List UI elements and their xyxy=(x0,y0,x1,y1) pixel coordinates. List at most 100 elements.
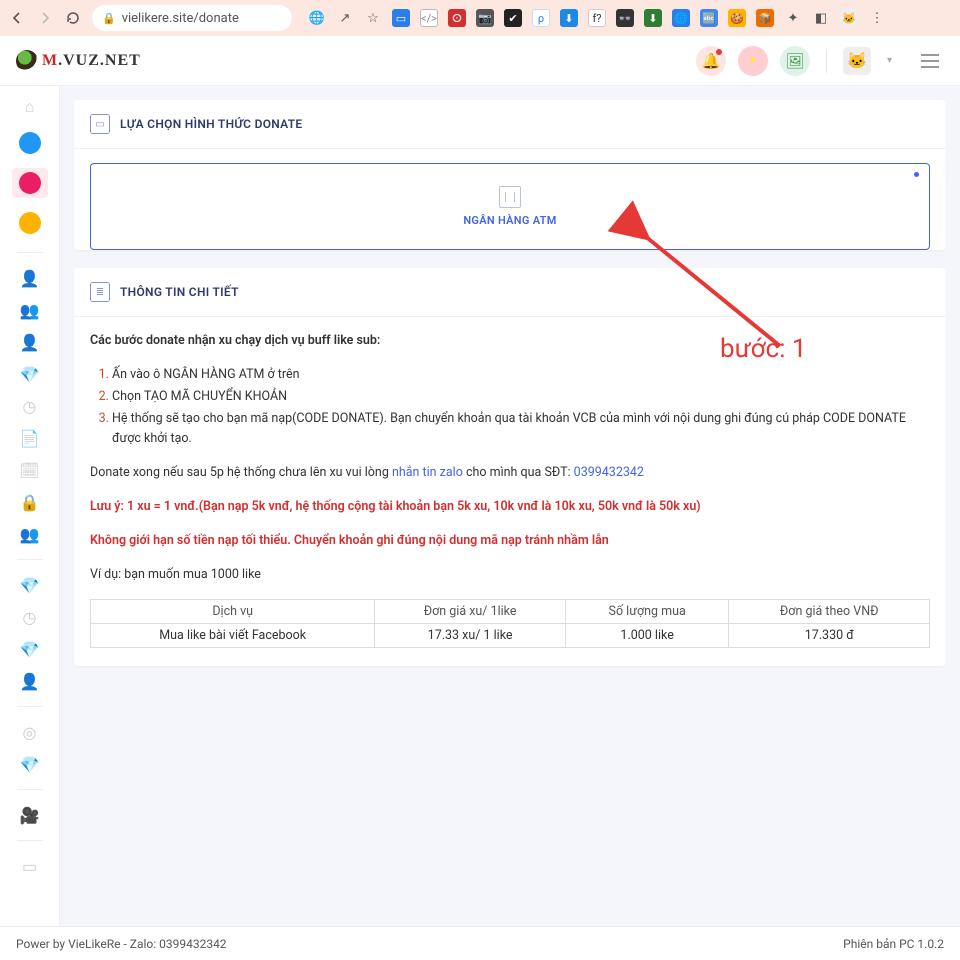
example-text: Ví dụ: bạn muốn mua 1000 like xyxy=(90,565,930,585)
sidebar-item[interactable] xyxy=(12,208,48,238)
sidebar-icon[interactable]: 💎 xyxy=(19,753,41,775)
extensions-icon[interactable]: ✦ xyxy=(784,9,802,27)
ext-icon[interactable]: 📦 xyxy=(756,9,774,27)
sidebar-icon[interactable]: 👥 xyxy=(19,523,41,545)
sidebar-icon[interactable]: ▭ xyxy=(19,855,41,877)
main-content: ▭ LỰA CHỌN HÌNH THỨC DONATE NGÂN HÀNG AT… xyxy=(60,86,960,926)
sidebar-item-active[interactable] xyxy=(12,168,48,198)
sidebar-icon[interactable]: ◎ xyxy=(19,721,41,743)
ext-icon[interactable]: ⬇ xyxy=(560,9,578,27)
divider xyxy=(17,559,43,560)
sidebar-home-icon[interactable]: ⌂ xyxy=(19,96,41,118)
note-text: Không giới hạn số tiền nạp tối thiểu. Ch… xyxy=(90,531,930,551)
translate-icon[interactable]: 🌐 xyxy=(308,9,326,27)
detail-card: ≣ THÔNG TIN CHI TIẾT Các bước donate nhậ… xyxy=(74,268,946,666)
browser-chrome: 🔒 vielikere.site/donate 🌐 ↗ ☆ ▭ </> ⵙ 📷 … xyxy=(0,0,960,36)
ext-icon[interactable]: 🔤 xyxy=(700,9,718,27)
brand-logo[interactable]: M.VUZ.NET xyxy=(16,50,141,72)
th: Đơn giá theo VNĐ xyxy=(729,600,930,624)
price-table: Dịch vụ Đơn giá xu/ 1like Số lượng mua Đ… xyxy=(90,599,930,648)
annotation-label: bước: 1 xyxy=(720,334,807,364)
atm-link[interactable]: NGÂN HÀNG ATM xyxy=(163,367,264,382)
ext-icon[interactable]: 👓 xyxy=(616,9,634,27)
star-icon[interactable]: ☆ xyxy=(364,9,382,27)
notification-dot-icon xyxy=(716,49,722,55)
profile-icon[interactable]: 🐱 xyxy=(840,9,858,27)
sidebar-icon[interactable]: 👤 xyxy=(19,267,41,289)
ext-icon[interactable]: ▭ xyxy=(392,9,410,27)
phone-link[interactable]: 0399432342 xyxy=(574,465,644,480)
step-item: Ấn vào ô NGÂN HÀNG ATM ở trên xyxy=(112,365,930,385)
menu-icon[interactable]: ⋮ xyxy=(868,9,886,27)
theme-button[interactable]: 🖼 xyxy=(780,46,810,76)
url-text: vielikere.site/donate xyxy=(122,11,239,26)
td: 17.330 đ xyxy=(729,624,930,648)
card-body: Các bước donate nhận xu chạy dịch vụ buf… xyxy=(74,317,946,666)
ext-icon[interactable]: ⬇ xyxy=(644,9,662,27)
forward-icon[interactable] xyxy=(36,9,54,27)
card-title: THÔNG TIN CHI TIẾT xyxy=(120,285,239,299)
card-header: ≣ THÔNG TIN CHI TIẾT xyxy=(74,268,946,317)
card-header: ▭ LỰA CHỌN HÌNH THỨC DONATE xyxy=(74,100,946,149)
page: M.VUZ.NET 🔔 ★ 🖼 🐱 ▾ ⌂ 👤 👥 👤 💎 ◷ 📄 🗓 🔒 xyxy=(0,36,960,960)
extensions-row: 🌐 ↗ ☆ ▭ </> ⵙ 📷 ✔ ρ ⬇ f? 👓 ⬇ 🌐 🔤 🍪 📦 ✦ ◧… xyxy=(308,9,886,27)
td: 17.33 xu/ 1 like xyxy=(375,624,566,648)
sidebar-icon[interactable]: 🎥 xyxy=(19,804,41,826)
donate-method-card: ▭ LỰA CHỌN HÌNH THỨC DONATE NGÂN HÀNG AT… xyxy=(74,100,946,250)
table-row: Mua like bài viết Facebook 17.33 xu/ 1 l… xyxy=(91,624,930,648)
ext-icon[interactable]: 🍪 xyxy=(728,9,746,27)
sidebar-icon[interactable]: ◷ xyxy=(19,606,41,628)
divider xyxy=(17,789,43,790)
ext-icon[interactable]: </> xyxy=(420,9,438,27)
zalo-link[interactable]: nhắn tin zalo xyxy=(392,465,463,480)
selected-dot-icon xyxy=(914,172,919,177)
create-code-link[interactable]: TẠO MÃ CHUYỂN KHOẢN xyxy=(144,389,287,404)
sidebar-item[interactable] xyxy=(12,128,48,158)
ext-icon[interactable]: 📷 xyxy=(476,9,494,27)
divider xyxy=(17,706,43,707)
address-bar[interactable]: 🔒 vielikere.site/donate xyxy=(92,5,292,31)
brand-text: M.VUZ.NET xyxy=(42,52,141,70)
th: Dịch vụ xyxy=(91,600,375,624)
user-avatar[interactable]: 🐱 xyxy=(843,47,871,75)
intro-text: Các bước donate nhận xu chạy dịch vụ buf… xyxy=(90,333,380,348)
ext-icon[interactable]: ρ xyxy=(532,9,550,27)
sidebar-icon[interactable]: 👥 xyxy=(19,299,41,321)
footer-right: Phiên bản PC 1.0.2 xyxy=(843,937,944,951)
reload-icon[interactable] xyxy=(64,9,82,27)
notifications-button[interactable]: 🔔 xyxy=(696,46,726,76)
divider xyxy=(826,49,827,73)
sidebar-icon[interactable]: ◷ xyxy=(19,395,41,417)
td: Mua like bài viết Facebook xyxy=(91,624,375,648)
brand-icon xyxy=(16,50,38,72)
atm-option[interactable]: NGÂN HÀNG ATM xyxy=(90,163,930,250)
th: Đơn giá xu/ 1like xyxy=(375,600,566,624)
ext-icon[interactable]: ⵙ xyxy=(448,9,466,27)
sidebar-icon[interactable]: 👤 xyxy=(19,331,41,353)
ext-icon[interactable]: f? xyxy=(588,9,606,27)
menu-toggle[interactable] xyxy=(916,47,944,75)
sidebar-icon[interactable]: 💎 xyxy=(19,574,41,596)
atm-label: NGÂN HÀNG ATM xyxy=(91,214,929,227)
ext-icon[interactable]: ✔ xyxy=(504,9,522,27)
back-icon[interactable] xyxy=(8,9,26,27)
steps-list: Ấn vào ô NGÂN HÀNG ATM ở trên Chọn TẠO M… xyxy=(112,365,930,449)
share-icon[interactable]: ↗ xyxy=(336,9,354,27)
sidebar-icon[interactable]: 📄 xyxy=(19,427,41,449)
divider xyxy=(17,252,43,253)
sidepanel-icon[interactable]: ◧ xyxy=(812,9,830,27)
footer-left: Power by VieLikeRe - Zalo: 0399432342 xyxy=(16,937,227,951)
dot-icon xyxy=(19,212,41,234)
sidebar-icon[interactable]: 👤 xyxy=(19,670,41,692)
card-title: LỰA CHỌN HÌNH THỨC DONATE xyxy=(120,117,303,131)
sidebar-icon[interactable]: 🔒 xyxy=(19,491,41,513)
body: ⌂ 👤 👥 👤 💎 ◷ 📄 🗓 🔒 👥 💎 ◷ 💎 👤 ◎ 💎 🎥 xyxy=(0,86,960,926)
sidebar-icon[interactable]: 🗓 xyxy=(19,459,41,481)
divider xyxy=(17,840,43,841)
app-bar: M.VUZ.NET 🔔 ★ 🖼 🐱 ▾ xyxy=(0,36,960,86)
sidebar-icon[interactable]: 💎 xyxy=(19,363,41,385)
chevron-down-icon[interactable]: ▾ xyxy=(887,55,892,66)
ext-icon[interactable]: 🌐 xyxy=(672,9,690,27)
sidebar-icon[interactable]: 💎 xyxy=(19,638,41,660)
language-button[interactable]: ★ xyxy=(738,46,768,76)
